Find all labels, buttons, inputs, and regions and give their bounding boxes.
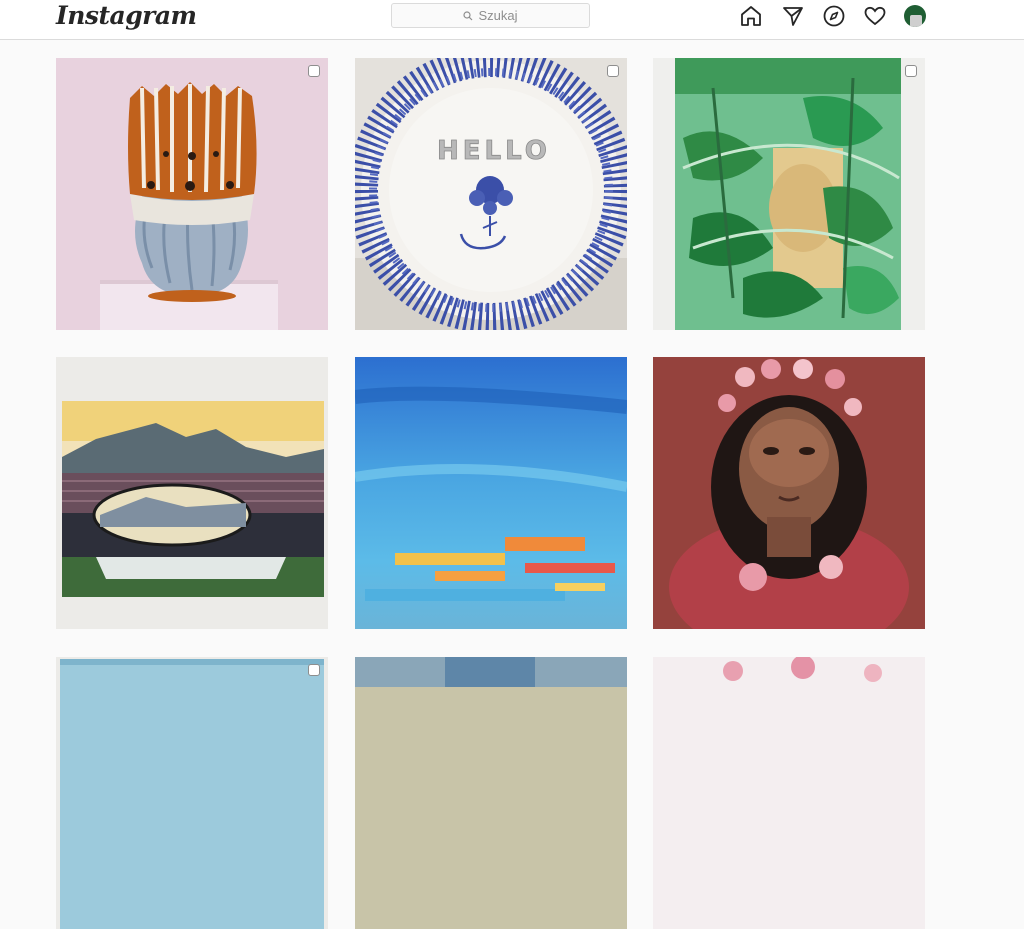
leaves-painting-image [653,58,925,330]
search-placeholder: Szukaj [478,8,518,23]
post-tile[interactable] [653,657,925,929]
select-checkbox[interactable] [308,65,320,77]
select-checkbox[interactable] [607,65,619,77]
post-tile[interactable] [355,357,627,629]
girl-portrait-painting-image [653,357,925,629]
activity-heart-icon[interactable] [863,4,887,28]
home-icon[interactable] [739,4,763,28]
partial-pink-image [653,657,925,929]
search-input[interactable]: Szukaj [391,3,590,28]
post-tile[interactable] [355,657,627,929]
top-navigation-bar: Instagram Szukaj [0,0,1024,40]
instagram-logo[interactable]: Instagram [56,1,197,30]
select-checkbox[interactable] [905,65,917,77]
blue-abstract-painting-image [355,357,627,629]
ceramic-vase-image [56,58,328,330]
mountain-landscape-image [56,357,328,629]
partial-blue-image [355,657,627,929]
profile-avatar[interactable] [904,5,926,27]
post-tile[interactable] [56,58,328,330]
search-icon [463,10,473,20]
select-checkbox[interactable] [308,664,320,676]
post-tile[interactable]: HELLO [355,58,627,330]
post-tile[interactable] [653,357,925,629]
direct-icon[interactable] [781,4,805,28]
post-tile[interactable] [56,657,328,929]
hello-plate-image: HELLO [355,58,627,330]
plate-text: HELLO [437,136,551,166]
explore-icon[interactable] [822,4,846,28]
post-tile[interactable] [56,357,328,629]
post-tile[interactable] [653,58,925,330]
partial-landscape-image [56,657,328,929]
